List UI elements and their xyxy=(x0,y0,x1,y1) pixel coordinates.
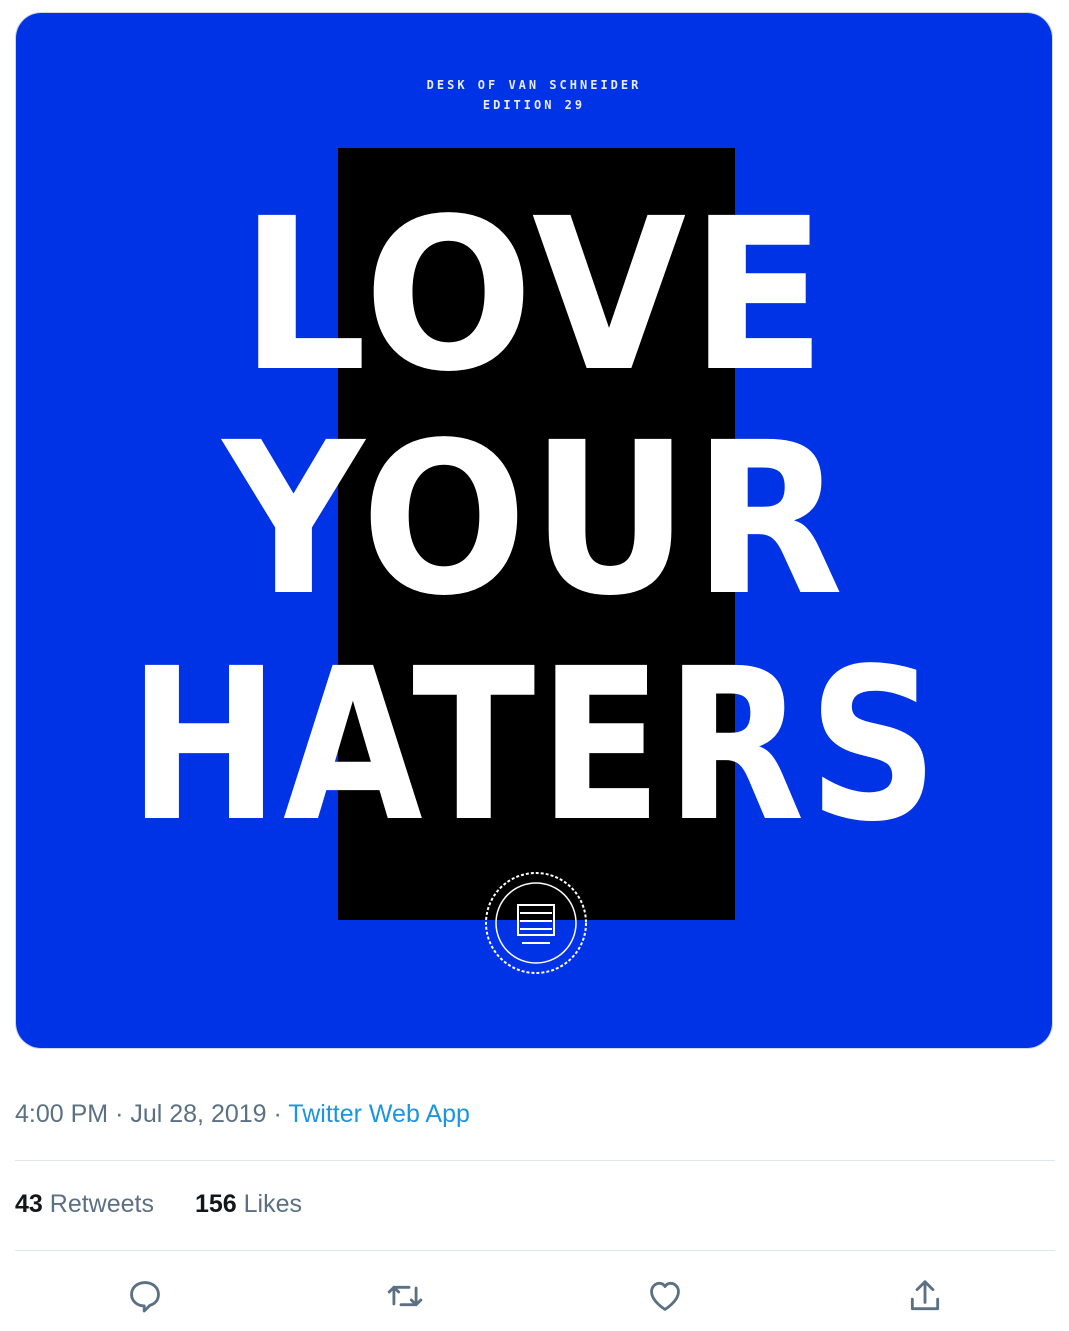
share-icon xyxy=(910,1280,940,1311)
tweet-source-link[interactable]: Twitter Web App xyxy=(288,1100,470,1128)
tweet-time[interactable]: 4:00 PM xyxy=(15,1100,108,1128)
meta-separator: · xyxy=(273,1100,282,1128)
like-button[interactable] xyxy=(641,1272,689,1320)
poster-header-line1: DESK OF VAN SCHNEIDER xyxy=(426,78,642,92)
tweet-date[interactable]: Jul 28, 2019 xyxy=(130,1100,266,1128)
poster-word-haters: HATERS xyxy=(128,623,942,868)
retweets-count: 43 xyxy=(15,1190,43,1218)
poster-image: DESK OF VAN SCHNEIDER EDITION 29 LOVE YO… xyxy=(16,13,1052,1048)
tweet-detail: DESK OF VAN SCHNEIDER EDITION 29 LOVE YO… xyxy=(0,0,1069,1331)
retweets-label: Retweets xyxy=(49,1190,154,1218)
reply-icon xyxy=(130,1281,160,1313)
retweet-icon xyxy=(387,1285,423,1307)
likes-label: Likes xyxy=(243,1190,302,1218)
tweet-actions xyxy=(0,1272,1069,1320)
retweets-stat[interactable]: 43 Retweets xyxy=(15,1190,154,1219)
divider xyxy=(15,1160,1055,1161)
retweet-button[interactable] xyxy=(381,1272,429,1320)
likes-stat[interactable]: 156 Likes xyxy=(195,1190,302,1219)
divider xyxy=(15,1250,1055,1251)
poster-word-your: YOUR xyxy=(222,397,848,642)
likes-count: 156 xyxy=(194,1190,237,1218)
poster-header-line2: EDITION 29 xyxy=(482,98,586,112)
poster-header: DESK OF VAN SCHNEIDER EDITION 29 xyxy=(16,75,1052,115)
poster-word-love: LOVE xyxy=(239,173,831,418)
seal-emblem-icon xyxy=(485,872,587,974)
tweet-media[interactable]: DESK OF VAN SCHNEIDER EDITION 29 LOVE YO… xyxy=(15,12,1053,1049)
share-button[interactable] xyxy=(901,1272,949,1320)
reply-button[interactable] xyxy=(121,1272,169,1320)
tweet-timestamp-row: 4:00 PM · Jul 28, 2019 · Twitter Web App xyxy=(15,1100,470,1129)
heart-icon xyxy=(650,1281,680,1311)
tweet-stats: 43 Retweets 156 Likes xyxy=(15,1190,336,1219)
meta-separator: · xyxy=(115,1100,124,1128)
